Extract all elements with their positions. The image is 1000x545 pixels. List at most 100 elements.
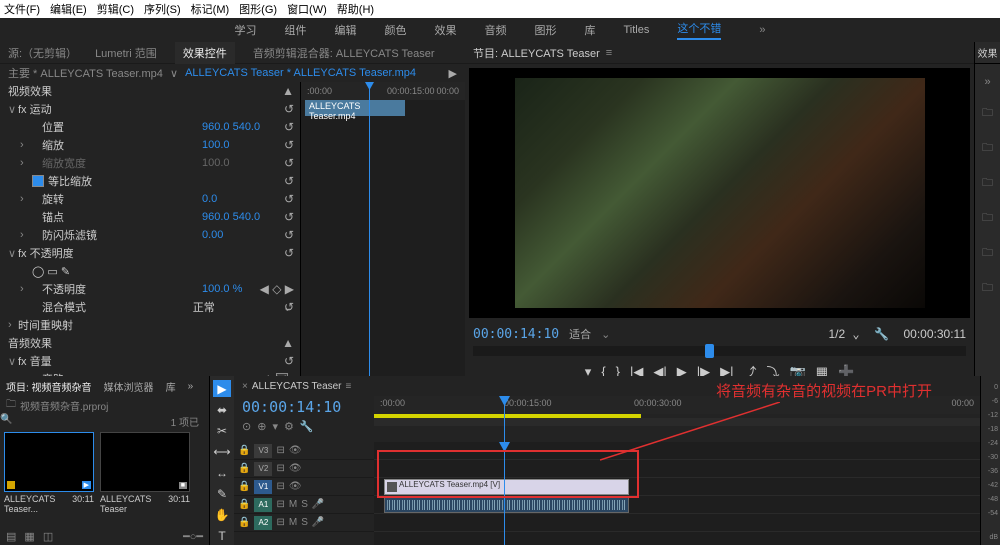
timeline-timecode[interactable]: 00:00:14:10 [242, 398, 366, 416]
tab-source[interactable]: 源:（无剪辑） [8, 45, 77, 61]
track-v2[interactable]: V2 [254, 462, 272, 476]
tab-audio-mixer[interactable]: 音频剪辑混合器: ALLEYCATS Teaser [253, 45, 435, 61]
video-frame[interactable] [515, 78, 925, 308]
mask-ellipse-icon[interactable]: ◯ [32, 265, 44, 278]
reset-icon[interactable]: ↺ [284, 192, 294, 206]
sequence-tab[interactable]: ALLEYCATS Teaser [252, 381, 342, 392]
lock-icon[interactable]: 🔒 [238, 517, 250, 528]
eye-icon[interactable]: 👁 [289, 481, 302, 492]
close-icon[interactable]: × [242, 381, 248, 392]
freeform-icon[interactable]: ◫ [43, 530, 53, 543]
mic-icon[interactable]: 🎤 [312, 499, 324, 510]
marker-icon[interactable]: ▾ [272, 420, 278, 433]
tab-media-browser[interactable]: 媒体浏览器 [104, 379, 154, 394]
track-a2[interactable]: A2 [254, 516, 272, 530]
bin-item[interactable]: ■ ALLEYCATS Teaser30:11 [100, 432, 190, 523]
selection-tool-icon[interactable]: ▶ [213, 380, 231, 397]
track-select-tool-icon[interactable]: ⬌ [213, 401, 231, 418]
timeline-playhead[interactable] [504, 396, 505, 442]
os-menubar[interactable]: 文件(F) 编辑(E) 剪辑(C) 序列(S) 标记(M) 图形(G) 窗口(W… [0, 0, 1000, 18]
bin-item[interactable]: ▶ ALLEYCATS Teaser...30:11 [4, 432, 94, 523]
checkbox-uniform-scale[interactable] [32, 175, 44, 187]
mic-icon[interactable]: 🎤 [312, 517, 324, 528]
tab-lumetri[interactable]: Lumetri 范围 [95, 45, 157, 61]
ec-timeline[interactable]: :00:00 00:00:15:00 00:00 ALLEYCATS Tease… [300, 82, 465, 376]
settings-icon[interactable]: ⚙ [284, 420, 294, 433]
ec-playhead[interactable] [369, 82, 370, 376]
folder-icon[interactable]: 🗀 [982, 244, 993, 263]
scrub-playhead[interactable] [705, 344, 714, 358]
ws-audio[interactable]: 音频 [485, 22, 507, 38]
menu-help[interactable]: 帮助(H) [337, 1, 374, 17]
reset-icon[interactable]: ↺ [284, 138, 294, 152]
linked-selection-icon[interactable]: ⊕ [257, 420, 266, 433]
eye-icon[interactable]: 👁 [289, 463, 302, 474]
type-tool-icon[interactable]: T [213, 528, 231, 545]
val-anchor[interactable]: 960.0 540.0 [202, 211, 292, 223]
audio-clip[interactable] [384, 497, 629, 513]
ws-titles[interactable]: Titles [624, 24, 650, 36]
reset-icon[interactable]: ↺ [284, 210, 294, 224]
ws-learn[interactable]: 学习 [235, 22, 257, 38]
ws-effects[interactable]: 效果 [435, 22, 457, 38]
folder-icon[interactable]: 🗀 [982, 139, 993, 158]
effects-tab[interactable]: 效果 [975, 42, 1000, 64]
lock-icon[interactable]: 🔒 [238, 463, 250, 474]
ws-overflow-icon[interactable]: » [759, 24, 765, 36]
val-blend[interactable]: 正常 [193, 299, 283, 315]
ripple-edit-tool-icon[interactable]: ✂ [213, 422, 231, 439]
effects-panel-collapsed[interactable]: 效果 » 🗀 🗀 🗀 🗀 🗀 🗀 [974, 42, 1000, 376]
video-clip[interactable]: ALLEYCATS Teaser.mp4 [V] [384, 479, 629, 495]
ws-assembly[interactable]: 组件 [285, 22, 307, 38]
lock-icon[interactable]: 🔒 [238, 499, 250, 510]
fx-motion[interactable]: fx 运动 [18, 101, 292, 117]
tab-effect-controls[interactable]: 效果控件 [175, 42, 235, 64]
timeline-playhead[interactable] [504, 442, 505, 545]
val-rotation[interactable]: 0.0 [202, 193, 292, 205]
menu-window[interactable]: 窗口(W) [287, 1, 327, 17]
reset-icon[interactable]: ↺ [284, 120, 294, 134]
track-a1[interactable]: A1 [254, 498, 272, 512]
reset-icon[interactable]: ↺ [284, 354, 294, 368]
tab-overflow[interactable]: » [188, 381, 194, 392]
program-scrubber[interactable] [473, 346, 966, 356]
menu-file[interactable]: 文件(F) [4, 1, 40, 17]
track-v1[interactable]: V1 [254, 480, 272, 494]
lock-icon[interactable]: 🔒 [238, 445, 250, 456]
reset-icon[interactable]: ↺ [284, 228, 294, 242]
track-v3[interactable]: V3 [254, 444, 272, 458]
list-view-icon[interactable]: ▤ [6, 530, 16, 543]
pen-tool-icon[interactable]: ✎ [213, 486, 231, 503]
ec-clip-bar[interactable]: ALLEYCATS Teaser.mp4 [305, 100, 405, 116]
ws-libraries[interactable]: 库 [585, 22, 596, 38]
ws-custom[interactable]: 这个不错 [677, 20, 721, 40]
program-timecode[interactable]: 00:00:14:10 [473, 327, 559, 342]
val-scale[interactable]: 100.0 [202, 139, 292, 151]
reset-icon[interactable]: ▲ [282, 84, 294, 98]
folder-icon[interactable]: 🗀 [982, 209, 993, 228]
menu-clip[interactable]: 剪辑(C) [97, 1, 134, 17]
menu-graphics[interactable]: 图形(G) [239, 1, 277, 17]
keyframe-icon[interactable]: ◀ ◇ ▶ [260, 282, 294, 296]
reset-icon[interactable]: ↺ [284, 246, 294, 260]
zoom-fit[interactable]: 适合 [569, 326, 591, 342]
slip-tool-icon[interactable]: ↔ [213, 465, 231, 482]
ec-playhead-arrow-icon[interactable]: ▶ [449, 67, 457, 80]
tab-project[interactable]: 项目: 视频音频杂音 [6, 379, 92, 394]
panel-menu-icon[interactable]: ≡ [346, 381, 352, 392]
mask-pen-icon[interactable]: ✎ [61, 265, 70, 278]
zoom-slider[interactable]: ━○━ [183, 530, 203, 543]
menu-edit[interactable]: 编辑(E) [50, 1, 87, 17]
chevron-right-icon[interactable]: » [984, 76, 990, 88]
hand-tool-icon[interactable]: ✋ [213, 507, 231, 524]
menu-sequence[interactable]: 序列(S) [144, 1, 181, 17]
snap-icon[interactable]: ⊙ [242, 420, 251, 433]
razor-tool-icon[interactable]: ⟷ [213, 443, 231, 460]
timeline-content[interactable]: ALLEYCATS Teaser.mp4 [V] [374, 442, 980, 545]
menu-marker[interactable]: 标记(M) [191, 1, 230, 17]
fx-volume[interactable]: fx 音量 [18, 353, 292, 369]
search-icon[interactable]: 🔍 [0, 414, 12, 425]
folder-icon[interactable]: 🗀 [982, 104, 993, 123]
tab-libraries[interactable]: 库 [166, 379, 176, 394]
fx-opacity[interactable]: fx 不透明度 [18, 245, 292, 261]
